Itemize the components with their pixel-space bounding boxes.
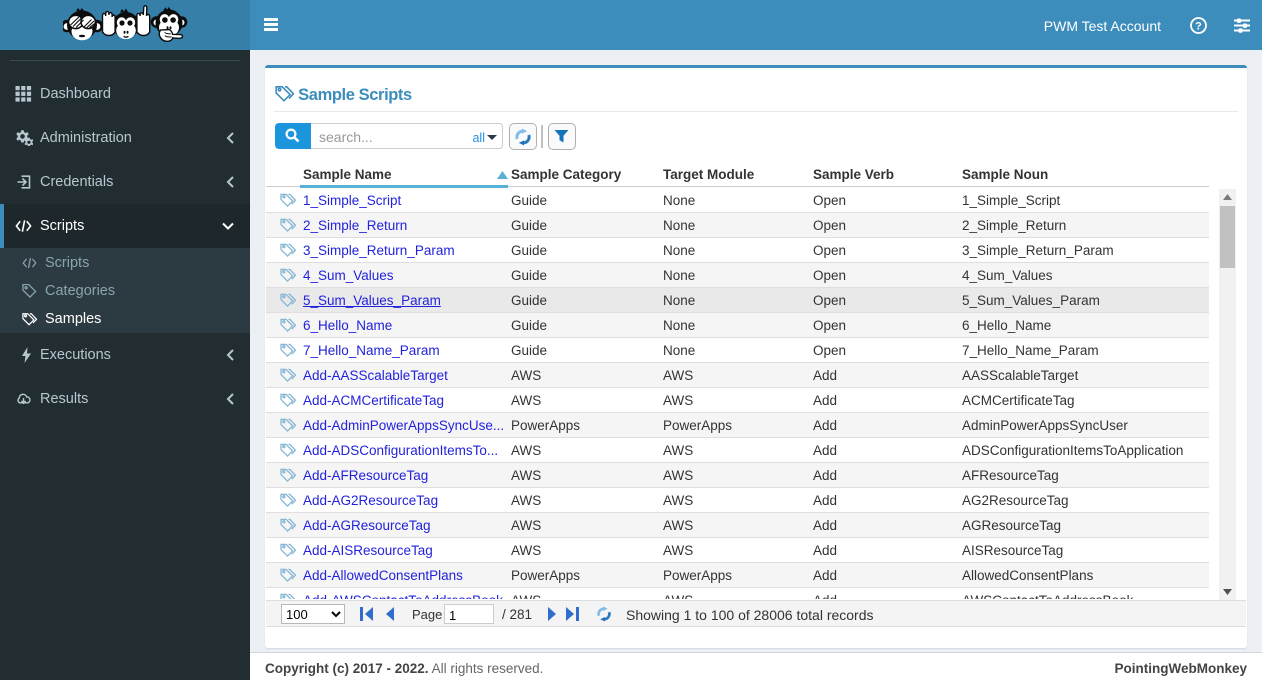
svg-text:?: ?	[1195, 20, 1202, 32]
